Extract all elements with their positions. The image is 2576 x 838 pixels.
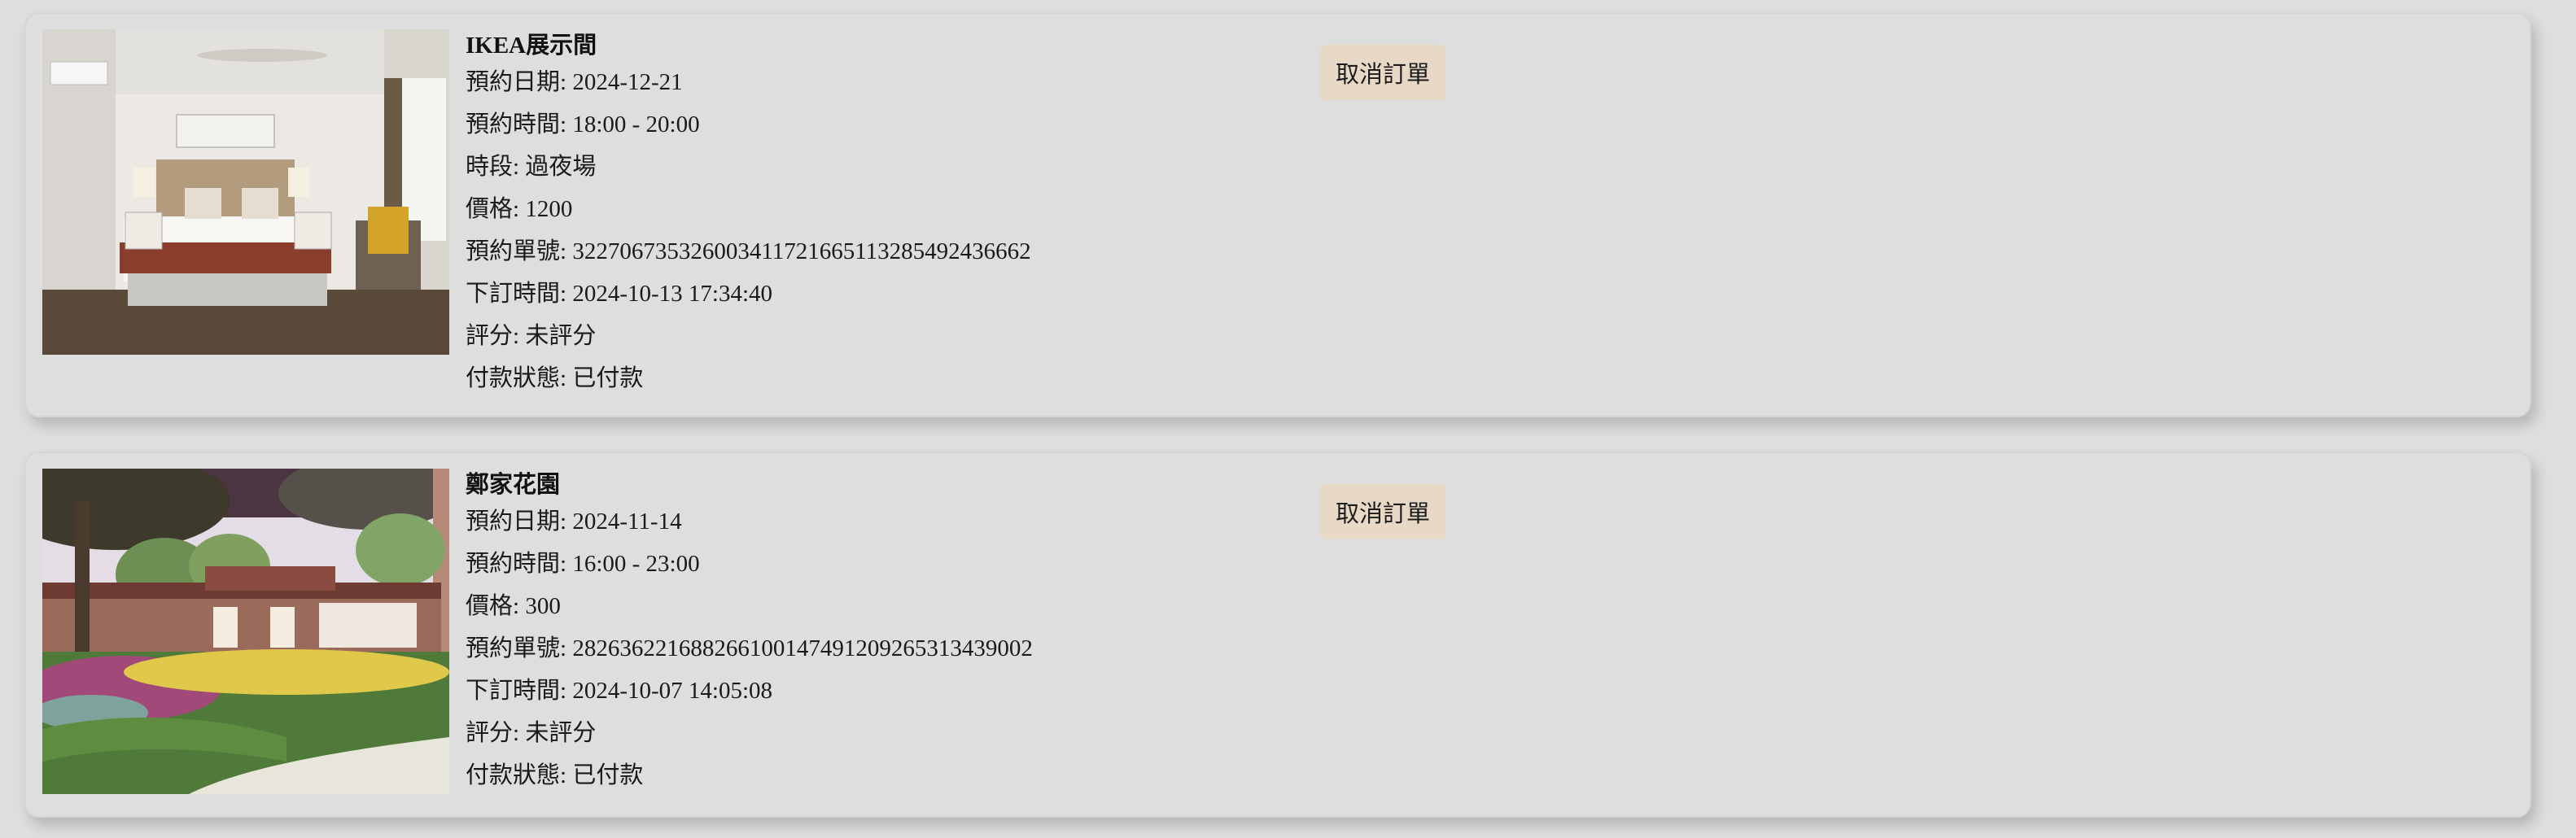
- order-list: IKEA展示間 預約日期: 2024-12-21 預約時間: 18:00 - 2…: [0, 0, 2576, 838]
- rating: 評分: 未評分: [466, 720, 597, 746]
- venue-name: 鄭家花園: [466, 472, 561, 498]
- order-details: IKEA展示間 預約日期: 2024-12-21 預約時間: 18:00 - 2…: [466, 30, 1279, 399]
- venue-name: IKEA展示間: [466, 33, 597, 59]
- cancel-order-button[interactable]: 取消訂單: [1320, 484, 1445, 539]
- time-slot: 時段: 過夜場: [466, 154, 597, 180]
- payment-status: 付款狀態: 已付款: [466, 762, 644, 788]
- booking-time: 預約時間: 18:00 - 20:00: [466, 111, 700, 137]
- order-number: 預約單號: 2826362216882661001474912092653134…: [466, 635, 1033, 661]
- order-card: IKEA展示間 預約日期: 2024-12-21 預約時間: 18:00 - 2…: [24, 12, 2531, 417]
- payment-status: 付款狀態: 已付款: [466, 365, 644, 391]
- order-details: 鄭家花園 預約日期: 2024-11-14 預約時間: 16:00 - 23:0…: [466, 469, 1279, 797]
- booking-date: 預約日期: 2024-11-14: [466, 508, 682, 535]
- cancel-order-button[interactable]: 取消訂單: [1320, 45, 1445, 100]
- price: 價格: 1200: [466, 196, 573, 222]
- booking-date: 預約日期: 2024-12-21: [466, 69, 683, 95]
- venue-photo-garden: [42, 469, 449, 794]
- order-card: 鄭家花園 預約日期: 2024-11-14 預約時間: 16:00 - 23:0…: [24, 452, 2531, 818]
- order-number: 預約單號: 3227067353260034117216651132854924…: [466, 238, 1031, 264]
- order-time: 下訂時間: 2024-10-07 14:05:08: [466, 678, 773, 704]
- price: 價格: 300: [466, 593, 561, 619]
- venue-photo-bedroom: [42, 29, 449, 355]
- rating: 評分: 未評分: [466, 323, 597, 349]
- order-time: 下訂時間: 2024-10-13 17:34:40: [466, 281, 773, 307]
- booking-time: 預約時間: 16:00 - 23:00: [466, 551, 700, 577]
